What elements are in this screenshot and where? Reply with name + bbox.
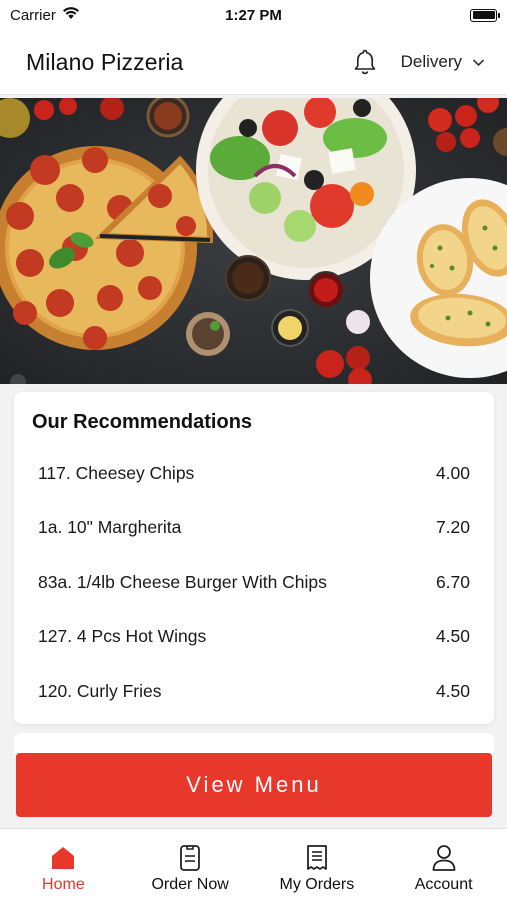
recommendation-item[interactable]: 1a. 10" Margherita 7.20 [32, 501, 470, 556]
item-price: 4.50 [435, 680, 470, 701]
status-left: Carrier [10, 6, 80, 24]
tab-label: Order Now [151, 876, 229, 893]
battery-fill [472, 11, 495, 19]
item-name: 117. Cheesey Chips [38, 462, 195, 483]
recommendations-card: Our Recommendations 117. Cheesey Chips 4… [14, 392, 494, 724]
item-price: 4.50 [435, 626, 470, 647]
order-sheet-icon [175, 843, 205, 873]
recommendation-item[interactable]: 127. 4 Pcs Hot Wings 4.50 [32, 610, 470, 665]
battery-icon [470, 8, 500, 22]
status-bar: Carrier 1:27 PM [0, 0, 507, 30]
delivery-label: Delivery [400, 52, 462, 71]
delivery-selector[interactable]: Delivery [401, 52, 485, 72]
recommendations-title: Our Recommendations [32, 410, 253, 433]
item-name: 120. Curly Fries [38, 680, 162, 701]
person-icon [429, 843, 459, 873]
chevron-down-icon [472, 52, 485, 72]
view-menu-button[interactable]: View Menu [16, 753, 492, 817]
item-price: 6.70 [435, 571, 470, 592]
bottom-tab-bar: Home Order Now My Orders Account [0, 828, 507, 900]
food-banner-image [0, 98, 507, 384]
wifi-icon [62, 6, 80, 24]
receipt-icon [302, 843, 332, 873]
item-name: 83a. 1/4lb Cheese Burger With Chips [38, 571, 327, 592]
next-card-peek [14, 733, 494, 753]
recommendation-item[interactable]: 117. Cheesey Chips 4.00 [32, 446, 470, 501]
tab-home[interactable]: Home [0, 829, 126, 894]
home-icon [48, 843, 78, 873]
header-actions: Delivery [351, 47, 485, 77]
item-name: 1a. 10" Margherita [38, 517, 182, 538]
tab-my-orders[interactable]: My Orders [254, 829, 380, 894]
tab-account[interactable]: Account [381, 829, 507, 894]
recommendations-list: 117. Cheesey Chips 4.00 1a. 10" Margheri… [32, 446, 470, 719]
carrier-label: Carrier [10, 6, 56, 24]
item-name: 127. 4 Pcs Hot Wings [38, 626, 207, 647]
item-price: 7.20 [435, 517, 470, 538]
tab-label: Home [42, 876, 85, 893]
recommendation-item[interactable]: 120. Curly Fries 4.50 [32, 664, 470, 719]
bell-icon[interactable] [351, 47, 379, 77]
tab-order-now[interactable]: Order Now [127, 829, 253, 894]
app-title: Milano Pizzeria [26, 48, 184, 75]
app-header: Milano Pizzeria Delivery [0, 30, 507, 94]
recommendation-item[interactable]: 83a. 1/4lb Cheese Burger With Chips 6.70 [32, 555, 470, 610]
tab-label: Account [414, 876, 473, 893]
item-price: 4.00 [435, 462, 470, 483]
tab-label: My Orders [279, 876, 355, 893]
